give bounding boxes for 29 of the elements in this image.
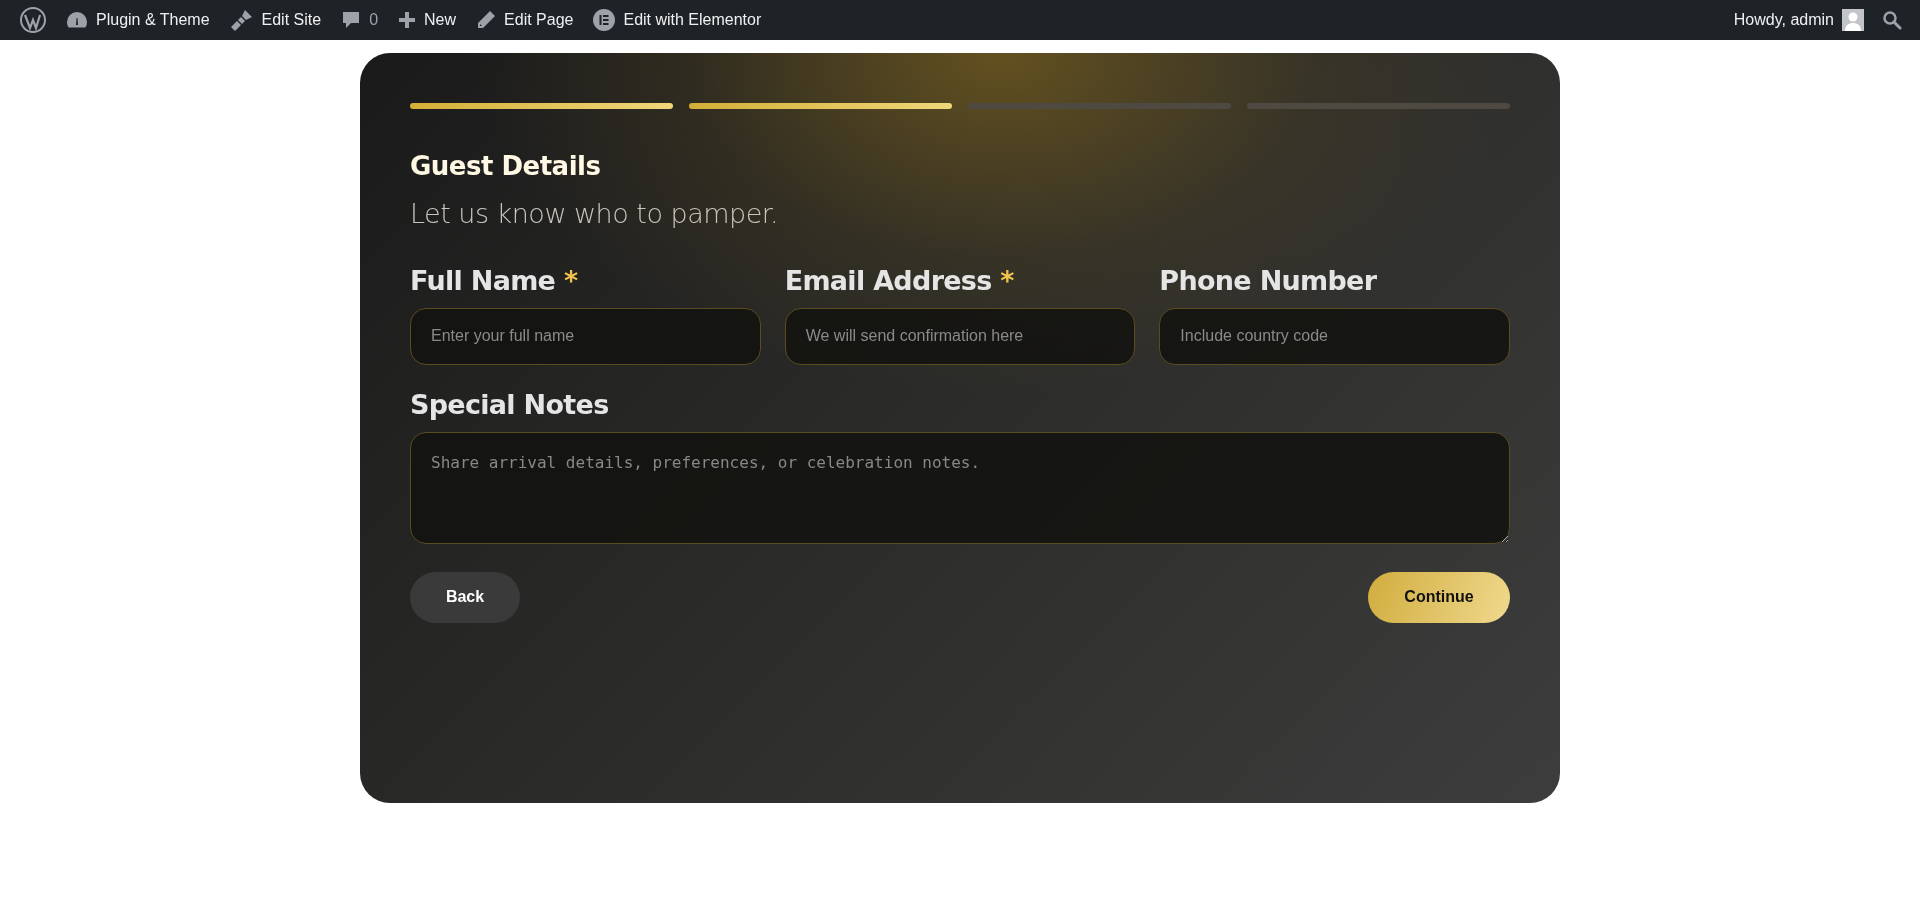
back-button[interactable]: Back <box>410 571 520 623</box>
field-label: Email Address * <box>784 264 1014 296</box>
input-field[interactable]: Enter your full name <box>410 307 761 365</box>
plus-icon <box>398 11 417 29</box>
form-title: Guest Details <box>410 150 602 183</box>
brush-icon <box>229 9 254 31</box>
toolbar-link[interactable]: Plugin & Theme <box>56 0 220 40</box>
field-label: Special Notes <box>410 388 609 420</box>
field-label: Phone Number <box>1159 264 1377 296</box>
input-field[interactable]: We will send confirmation here <box>784 307 1136 365</box>
continue-button[interactable]: Continue <box>1368 571 1510 623</box>
toolbar-link[interactable]: New <box>388 0 467 40</box>
toolbar-link[interactable]: Edit with Elementor <box>583 0 772 40</box>
search-icon[interactable] <box>1882 10 1902 30</box>
gauge-icon <box>66 10 88 30</box>
toolbar-link[interactable]: Edit Site <box>219 0 332 40</box>
toolbar-link[interactable]: 0 <box>331 0 389 40</box>
notes-field[interactable]: Share arrival details, preferences, or celebration notes. <box>410 431 1510 544</box>
account-menu[interactable]: Howdy, admin <box>1723 0 1874 40</box>
field-label: Full Name * <box>410 264 578 296</box>
greeting: Howdy, admin <box>1733 10 1834 30</box>
comment-icon <box>341 10 362 30</box>
avatar-icon <box>1842 9 1864 31</box>
wordpress-icon[interactable] <box>20 7 46 33</box>
toolbar-link[interactable]: Edit Page <box>466 0 584 40</box>
pencil-icon <box>476 10 497 30</box>
form-subtitle: Let us know who to pamper. <box>410 197 779 231</box>
elementor-icon <box>593 9 616 31</box>
input-field[interactable]: Include country code <box>1159 307 1510 365</box>
